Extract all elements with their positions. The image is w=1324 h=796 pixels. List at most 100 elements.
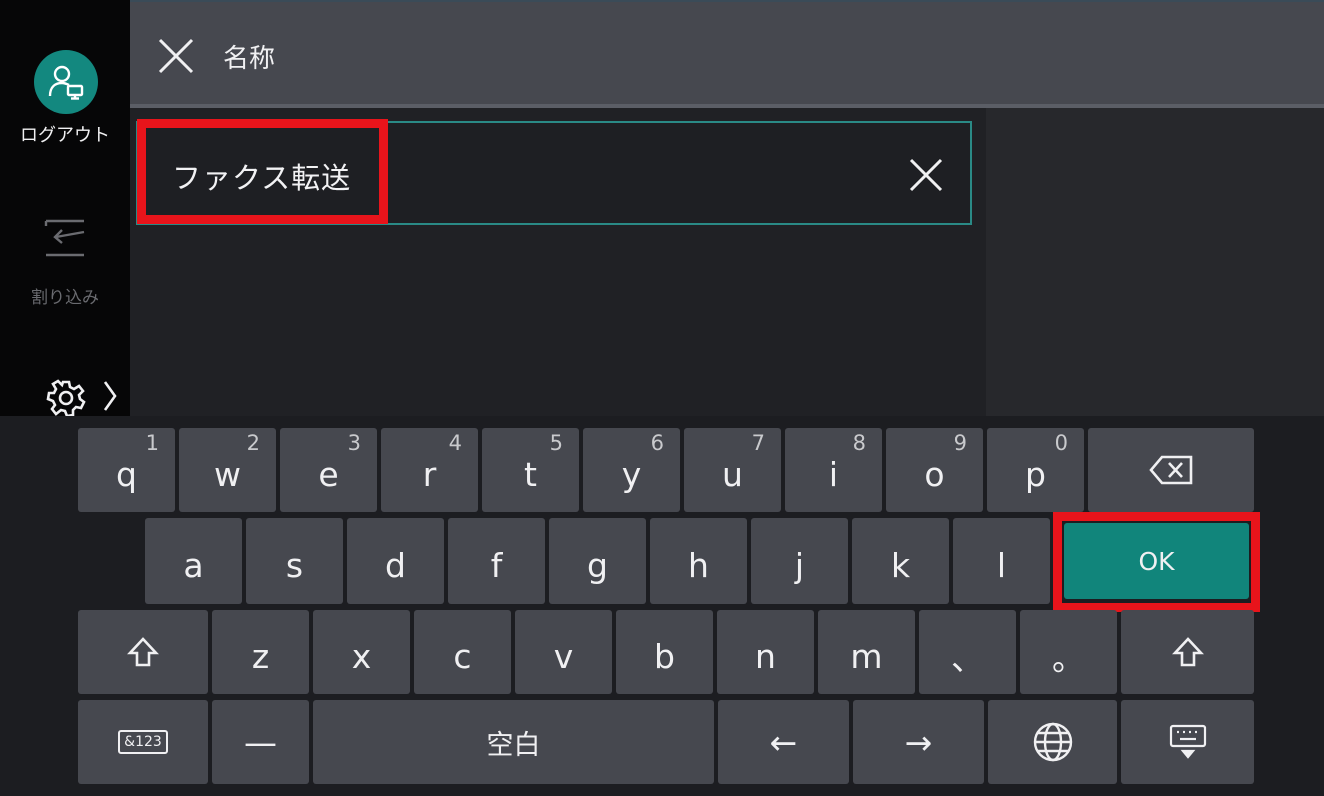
ok-label: OK [1138, 546, 1175, 576]
key-period[interactable]: 。 [1020, 610, 1117, 694]
shift-right-key[interactable] [1121, 610, 1254, 694]
key-d[interactable]: d [347, 518, 444, 604]
key-label: a [183, 545, 204, 585]
name-input-value: ファクス転送 [172, 161, 352, 195]
header-bar: 名称 [130, 2, 1324, 108]
key-label: x [351, 636, 372, 676]
key-comma[interactable]: 、 [919, 610, 1016, 694]
mode-key[interactable]: &123 [78, 700, 208, 784]
key-label: 、 [951, 639, 984, 678]
key-label: e [318, 454, 339, 494]
key-s[interactable]: s [246, 518, 343, 604]
globe-icon [1033, 722, 1072, 762]
key-label: v [553, 636, 574, 676]
key-j[interactable]: j [751, 518, 848, 604]
key-label: o [924, 454, 945, 494]
key-v[interactable]: v [515, 610, 612, 694]
key-label: d [385, 545, 406, 585]
key-x[interactable]: x [313, 610, 410, 694]
key-label: s [285, 545, 304, 585]
dash-key[interactable]: — [212, 700, 309, 784]
ok-button[interactable]: OK [1064, 523, 1249, 599]
key-label: j [794, 545, 805, 585]
key-label: u [722, 454, 743, 494]
key-label: k [890, 545, 911, 585]
key-a[interactable]: a [145, 518, 242, 604]
space-key[interactable]: 空白 [313, 700, 714, 784]
space-label: 空白 [486, 729, 541, 761]
key-u[interactable]: u7 [684, 428, 781, 512]
sidebar: ログアウト 割り込み [0, 0, 130, 418]
key-number: 2 [246, 431, 260, 455]
key-number: 8 [852, 431, 866, 455]
backspace-key[interactable] [1088, 428, 1254, 512]
shift-icon [127, 637, 159, 667]
key-i[interactable]: i8 [785, 428, 882, 512]
left-arrow-key[interactable]: ← [718, 700, 849, 784]
key-label: b [654, 636, 675, 676]
key-label: g [587, 545, 608, 585]
key-label: m [850, 636, 883, 676]
chevron-right-icon[interactable] [100, 376, 120, 416]
key-label: w [214, 454, 241, 494]
key-label: q [116, 454, 137, 494]
key-number: 5 [549, 431, 563, 455]
key-q[interactable]: q1 [78, 428, 175, 512]
shift-icon [1171, 637, 1204, 667]
key-r[interactable]: r4 [381, 428, 478, 512]
logout-button[interactable] [34, 50, 98, 114]
key-t[interactable]: t5 [482, 428, 579, 512]
key-label: → [904, 722, 933, 762]
close-icon[interactable] [156, 36, 196, 76]
key-number: 7 [751, 431, 765, 455]
logout-label: ログアウト [20, 125, 110, 146]
key-o[interactable]: o9 [886, 428, 983, 512]
key-number: 9 [953, 431, 967, 455]
key-h[interactable]: h [650, 518, 747, 604]
key-label: 。 [1052, 639, 1085, 678]
key-p[interactable]: p0 [987, 428, 1084, 512]
key-label: f [490, 545, 503, 585]
right-arrow-key[interactable]: → [853, 700, 984, 784]
key-number: 3 [347, 431, 361, 455]
key-b[interactable]: b [616, 610, 713, 694]
key-g[interactable]: g [549, 518, 646, 604]
language-key[interactable] [988, 700, 1117, 784]
hide-keyboard-key[interactable] [1121, 700, 1254, 784]
name-input[interactable]: ファクス転送 [136, 121, 972, 225]
clear-icon[interactable] [906, 155, 946, 195]
key-label: t [524, 454, 537, 494]
interrupt-label: 割り込み [31, 288, 99, 308]
key-l[interactable]: l [953, 518, 1050, 604]
key-label: n [755, 636, 776, 676]
key-label: ← [769, 722, 798, 762]
key-number: 4 [448, 431, 462, 455]
interrupt-icon [44, 219, 85, 257]
user-monitor-icon [48, 65, 84, 100]
key-w[interactable]: w2 [179, 428, 276, 512]
key-number: 6 [650, 431, 664, 455]
key-label: i [828, 454, 839, 494]
key-c[interactable]: c [414, 610, 511, 694]
mode-key-label: &123 [118, 730, 168, 754]
key-label: c [453, 636, 472, 676]
key-label: l [996, 545, 1007, 585]
shift-left-key[interactable] [78, 610, 208, 694]
keyboard-hide-icon [1169, 724, 1206, 759]
key-number: 0 [1054, 431, 1068, 455]
key-label: y [621, 454, 642, 494]
right-pane [986, 108, 1324, 416]
key-label: z [251, 636, 270, 676]
key-z[interactable]: z [212, 610, 309, 694]
key-number: 1 [145, 431, 159, 455]
key-n[interactable]: n [717, 610, 814, 694]
key-f[interactable]: f [448, 518, 545, 604]
key-y[interactable]: y6 [583, 428, 680, 512]
key-e[interactable]: e3 [280, 428, 377, 512]
key-label: r [422, 454, 437, 494]
key-m[interactable]: m [818, 610, 915, 694]
gear-icon[interactable] [46, 378, 86, 418]
key-k[interactable]: k [852, 518, 949, 604]
key-label: p [1025, 454, 1046, 494]
key-label: h [688, 545, 709, 585]
